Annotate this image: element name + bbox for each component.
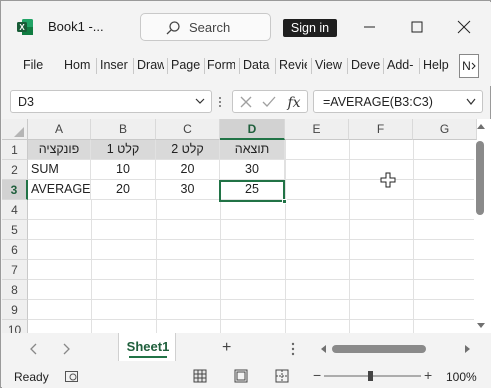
tab-view[interactable]: View <box>315 58 343 72</box>
page-break-preview-icon[interactable] <box>275 369 289 383</box>
tab-separator <box>167 58 168 74</box>
excel-logo-icon: X <box>17 19 33 35</box>
worksheet-grid[interactable]: A B C D E F G 1 2 3 4 5 6 7 8 9 10 פונקצ… <box>2 119 491 333</box>
name-box-value: D3 <box>18 95 34 109</box>
row-header-10[interactable]: 10 <box>2 320 28 333</box>
row-header-8[interactable]: 8 <box>2 280 28 300</box>
column-header-c[interactable]: C <box>156 119 220 140</box>
tab-file[interactable]: File <box>23 58 47 72</box>
ribbon-tabs: File Hom Inser Draw Page Form Data Revie… <box>2 48 491 86</box>
active-sheet-underline <box>129 356 167 358</box>
row-header-5[interactable]: 5 <box>2 220 28 240</box>
tab-separator <box>275 58 276 74</box>
row-header-3[interactable]: 3 <box>2 180 28 200</box>
grid-lines <box>28 140 474 333</box>
select-all-triangle-icon <box>14 127 24 137</box>
enter-check-icon[interactable] <box>262 96 276 108</box>
row-header-6[interactable]: 6 <box>2 240 28 260</box>
excel-window: X Book1 -... Search Sign in File Hom Ins… <box>0 0 491 388</box>
column-header-b[interactable]: B <box>91 119 156 140</box>
title-bar: X Book1 -... Search Sign in <box>2 2 491 48</box>
tab-separator <box>311 58 312 74</box>
cancel-icon[interactable] <box>240 96 252 108</box>
column-header-g[interactable]: G <box>413 119 477 140</box>
status-bar: Ready − + 100% <box>2 365 491 388</box>
accessibility-icon[interactable] <box>65 370 79 383</box>
workbook-title: Book1 -... <box>48 19 104 34</box>
chevron-right-icon[interactable] <box>59 342 73 356</box>
select-all-button[interactable] <box>2 119 28 140</box>
tab-page-layout[interactable]: Page <box>171 58 201 72</box>
zoom-slider[interactable] <box>324 370 421 382</box>
close-icon[interactable] <box>454 19 474 35</box>
tab-separator <box>383 58 384 74</box>
chevron-left-icon[interactable] <box>27 342 41 356</box>
chevron-down-icon[interactable] <box>466 98 476 106</box>
chevron-down-icon[interactable] <box>195 96 205 106</box>
row-header-9[interactable]: 9 <box>2 300 28 320</box>
tab-review[interactable]: Revie <box>279 58 307 72</box>
tab-formulas[interactable]: Form <box>207 58 235 72</box>
sheet-tab-bar: Sheet1 + <box>2 333 491 365</box>
svg-text:fx: fx <box>286 95 300 110</box>
more-options-icon[interactable] <box>291 342 295 356</box>
search-box[interactable]: Search <box>140 13 271 41</box>
column-header-f[interactable]: F <box>349 119 413 140</box>
vertical-scroll-thumb[interactable] <box>476 141 484 215</box>
more-tabs-button[interactable]: N <box>459 54 479 78</box>
tab-separator <box>133 58 134 74</box>
active-cell-border <box>219 180 285 202</box>
zoom-out-button[interactable]: − <box>313 367 321 383</box>
column-header-a[interactable]: A <box>28 119 91 140</box>
tab-separator <box>204 58 205 74</box>
tab-draw[interactable]: Draw <box>137 58 164 72</box>
more-tabs-label: N <box>462 59 471 73</box>
row-header-1[interactable]: 1 <box>2 140 28 160</box>
formula-input[interactable]: =AVERAGE(B3:C3) <box>313 90 483 113</box>
formula-value: =AVERAGE(B3:C3) <box>323 95 433 109</box>
fill-handle[interactable] <box>282 199 287 204</box>
sheet-tab-sheet1[interactable]: Sheet1 <box>118 333 176 361</box>
tab-home[interactable]: Hom <box>64 58 94 72</box>
column-header-d[interactable]: D <box>220 119 285 140</box>
insert-function-icon[interactable]: fx <box>286 94 302 110</box>
tab-add-ins[interactable]: Add- <box>387 58 417 72</box>
tab-insert[interactable]: Inser <box>100 58 130 72</box>
normal-view-icon[interactable] <box>193 369 207 383</box>
tab-developer[interactable]: Deve <box>351 58 380 72</box>
maximize-icon[interactable] <box>407 19 427 35</box>
formula-buttons: fx <box>232 90 308 113</box>
horizontal-scroll-thumb[interactable] <box>332 345 426 353</box>
tab-data[interactable]: Data <box>243 58 273 72</box>
tab-separator <box>96 58 97 74</box>
tab-help[interactable]: Help <box>423 58 453 72</box>
row-header-7[interactable]: 7 <box>2 260 28 280</box>
zoom-in-button[interactable]: + <box>424 367 432 383</box>
svg-text:X: X <box>19 23 25 32</box>
chevron-right-icon <box>471 62 476 70</box>
tab-separator <box>419 58 420 74</box>
sign-in-button[interactable]: Sign in <box>283 19 337 37</box>
row-header-2[interactable]: 2 <box>2 160 28 180</box>
sheet-tab-label: Sheet1 <box>126 339 170 354</box>
add-sheet-button[interactable]: + <box>222 339 231 357</box>
zoom-level[interactable]: 100% <box>446 370 477 384</box>
tab-separator <box>239 58 240 74</box>
minimize-icon[interactable] <box>360 19 380 35</box>
search-label: Search <box>189 20 231 35</box>
cell-cursor-icon <box>380 172 396 188</box>
page-layout-icon[interactable] <box>234 369 248 383</box>
row-header-4[interactable]: 4 <box>2 200 28 220</box>
formula-bar-grip-icon[interactable] <box>218 96 222 108</box>
status-text: Ready <box>14 370 49 384</box>
tab-separator <box>347 58 348 74</box>
column-header-e[interactable]: E <box>285 119 349 140</box>
name-box[interactable]: D3 <box>10 90 212 113</box>
search-icon <box>166 21 180 35</box>
